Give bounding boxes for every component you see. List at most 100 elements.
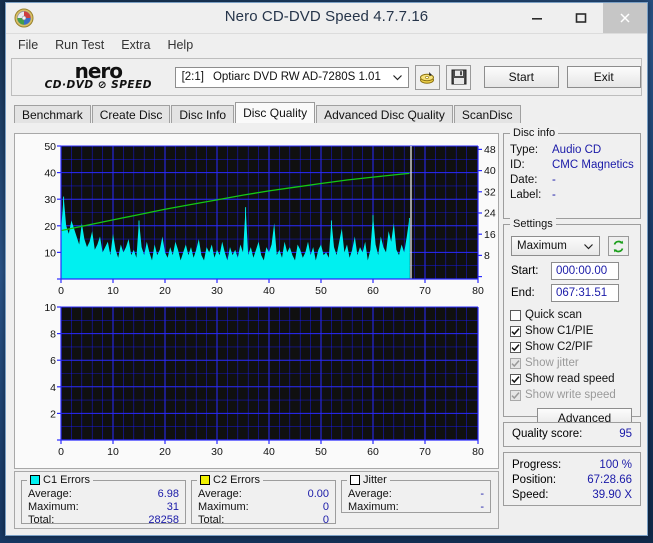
end-time-field[interactable]: 067:31.51 bbox=[551, 284, 619, 302]
disc-eject-icon[interactable] bbox=[415, 64, 441, 90]
chevron-down-icon[interactable] bbox=[392, 72, 403, 86]
c2-maximum-value: 0 bbox=[322, 501, 329, 513]
c1-average-label: Average: bbox=[28, 488, 72, 500]
menu-item-extra[interactable]: Extra bbox=[121, 38, 150, 52]
disc-id-value: CMC Magnetics bbox=[552, 159, 634, 171]
save-floppy-icon[interactable] bbox=[446, 64, 472, 90]
c2-average-value: 0.00 bbox=[307, 488, 329, 500]
menu-item-file[interactable]: File bbox=[18, 38, 38, 52]
svg-text:70: 70 bbox=[419, 285, 431, 297]
c1-errors-legend-label: C1 Errors bbox=[43, 474, 91, 486]
svg-text:70: 70 bbox=[419, 446, 431, 458]
menu-item-help[interactable]: Help bbox=[167, 38, 193, 52]
settings-legend: Settings bbox=[510, 218, 556, 230]
svg-text:40: 40 bbox=[44, 168, 56, 180]
tab-disc-info[interactable]: Disc Info bbox=[171, 105, 235, 123]
c1-maximum-value: 31 bbox=[166, 501, 179, 513]
refresh-green-icon[interactable] bbox=[608, 236, 629, 256]
tab-benchmark[interactable]: Benchmark bbox=[14, 105, 91, 123]
c1-color-swatch bbox=[30, 475, 40, 485]
checkbox-label: Quick scan bbox=[525, 309, 582, 321]
tab-strip: Benchmark Create Disc Disc Info Disc Qua… bbox=[14, 102, 647, 123]
svg-text:10: 10 bbox=[44, 302, 56, 314]
scan-charts[interactable]: 504030 2010 484032 24168 0 10 20 30 40 5… bbox=[15, 134, 498, 468]
drive-select[interactable]: [2:1] Optiarc DVD RW AD-7280S 1.01 bbox=[174, 66, 410, 88]
c2-maximum-row: Maximum: 0 bbox=[192, 501, 335, 514]
exit-button[interactable]: Exit bbox=[566, 66, 642, 88]
checkbox-box bbox=[510, 309, 521, 321]
svg-text:10: 10 bbox=[107, 285, 119, 297]
c1-total-row: Total: 28258 bbox=[22, 514, 185, 527]
jitter-legend-label: Jitter bbox=[363, 474, 387, 486]
svg-text:40: 40 bbox=[484, 165, 496, 177]
start-time-field[interactable]: 000:00.00 bbox=[551, 262, 619, 280]
checkbox-box bbox=[510, 341, 521, 353]
checkbox-label: Show read speed bbox=[525, 373, 615, 385]
checkbox-show-c1-pie[interactable]: Show C1/PIE bbox=[504, 323, 640, 339]
checkbox-quick-scan[interactable]: Quick scan bbox=[504, 307, 640, 323]
disc-info-legend: Disc info bbox=[510, 127, 559, 139]
title-bar: Nero CD-DVD Speed 4.7.7.16 bbox=[6, 3, 647, 33]
position-row: Position: 67:28.66 bbox=[504, 473, 640, 488]
tab-create-disc[interactable]: Create Disc bbox=[91, 105, 171, 123]
jitter-color-swatch bbox=[350, 475, 360, 485]
chevron-down-icon[interactable] bbox=[583, 241, 594, 255]
c1-errors-group: C1 Errors Average: 6.98 Maximum: 31 Tota… bbox=[21, 474, 186, 527]
tab-advanced-disc-quality[interactable]: Advanced Disc Quality bbox=[316, 105, 453, 123]
nero-logo: nero CD·DVD ⊘ SPEED bbox=[12, 61, 175, 91]
quality-score-label: Quality score: bbox=[512, 428, 583, 440]
svg-text:0: 0 bbox=[58, 446, 64, 458]
svg-text:60: 60 bbox=[367, 285, 379, 297]
jitter-maximum-value: - bbox=[480, 501, 484, 513]
jitter-legend: Jitter bbox=[347, 474, 390, 486]
menu-item-run-test[interactable]: Run Test bbox=[55, 38, 104, 52]
svg-text:20: 20 bbox=[44, 221, 56, 233]
drive-id: [2:1] bbox=[181, 71, 204, 83]
minimize-icon[interactable] bbox=[515, 3, 559, 33]
disc-info-group: Disc info Type: Audio CD ID: CMC Magneti… bbox=[503, 127, 641, 219]
svg-text:6: 6 bbox=[50, 355, 56, 367]
svg-text:16: 16 bbox=[484, 229, 496, 241]
position-value: 67:28.66 bbox=[587, 474, 632, 486]
disc-date-value: - bbox=[552, 174, 556, 186]
c2-maximum-label: Maximum: bbox=[198, 501, 249, 513]
disc-id-row: ID: CMC Magnetics bbox=[504, 158, 640, 173]
app-window: Nero CD-DVD Speed 4.7.7.16 File Run Test… bbox=[5, 2, 648, 536]
svg-text:30: 30 bbox=[44, 194, 56, 206]
svg-text:30: 30 bbox=[211, 446, 223, 458]
c2-average-label: Average: bbox=[198, 488, 242, 500]
c2-errors-legend: C2 Errors bbox=[197, 474, 264, 486]
jitter-average-label: Average: bbox=[348, 488, 392, 500]
c2-average-row: Average: 0.00 bbox=[192, 488, 335, 501]
disc-label-label: Label: bbox=[510, 189, 542, 201]
checkbox-box bbox=[510, 389, 521, 401]
close-icon[interactable] bbox=[603, 3, 647, 33]
c1-average-row: Average: 6.98 bbox=[22, 488, 185, 501]
c1-total-label: Total: bbox=[28, 514, 55, 526]
checkbox-show-read-speed[interactable]: Show read speed bbox=[504, 371, 640, 387]
start-button[interactable]: Start bbox=[484, 66, 559, 88]
jitter-group: Jitter Average: - Maximum: - bbox=[341, 474, 491, 513]
svg-text:48: 48 bbox=[484, 144, 496, 156]
jitter-maximum-label: Maximum: bbox=[348, 501, 399, 513]
checkbox-label: Show C1/PIE bbox=[525, 325, 594, 337]
c1-errors-legend: C1 Errors bbox=[27, 474, 94, 486]
tab-disc-quality[interactable]: Disc Quality bbox=[235, 102, 316, 123]
checkbox-show-c2-pif[interactable]: Show C2/PIF bbox=[504, 339, 640, 355]
svg-text:8: 8 bbox=[484, 250, 490, 262]
speed-select[interactable]: Maximum bbox=[511, 236, 600, 256]
svg-text:50: 50 bbox=[315, 285, 327, 297]
tab-scandisc[interactable]: ScanDisc bbox=[453, 105, 521, 123]
speed-select-value: Maximum bbox=[517, 240, 567, 252]
svg-text:20: 20 bbox=[159, 285, 171, 297]
quality-score-value: 95 bbox=[619, 428, 632, 440]
svg-text:32: 32 bbox=[484, 186, 496, 198]
c1-total-value: 28258 bbox=[148, 514, 179, 526]
svg-text:40: 40 bbox=[263, 446, 275, 458]
maximize-icon[interactable] bbox=[559, 3, 603, 33]
right-column: Disc info Type: Audio CD ID: CMC Magneti… bbox=[503, 127, 641, 511]
disc-type-value: Audio CD bbox=[552, 144, 602, 156]
progress-value: 100 % bbox=[599, 459, 632, 471]
svg-text:50: 50 bbox=[315, 446, 327, 458]
c1-maximum-label: Maximum: bbox=[28, 501, 79, 513]
